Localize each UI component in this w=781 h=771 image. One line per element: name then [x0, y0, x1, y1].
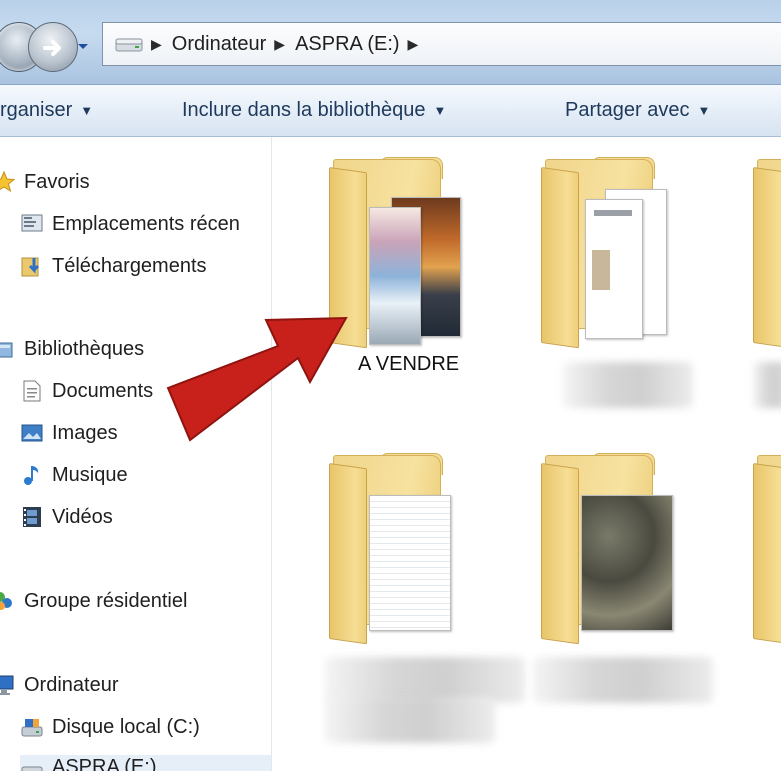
libraries-icon [0, 342, 13, 358]
nav-item-telechargements[interactable]: Téléchargements [20, 254, 207, 278]
red-pointer-arrow-icon [166, 316, 348, 442]
nav-item-images[interactable]: Images [20, 421, 118, 445]
folder-2[interactable] [541, 157, 695, 369]
nav-item-documents[interactable]: Documents [20, 379, 153, 403]
breadcrumb-separator-icon[interactable]: ▶ [151, 36, 162, 53]
breadcrumb-separator-icon[interactable]: ▶ [408, 36, 419, 53]
images-icon [21, 424, 43, 442]
computer-icon [0, 675, 14, 695]
nav-item-bibliotheques[interactable]: Bibliothèques [0, 337, 144, 361]
document-icon [23, 380, 41, 402]
folder-front [541, 167, 579, 349]
blurred-folder-label [533, 657, 713, 703]
breadcrumb-aspra[interactable]: ASPRA (E:) [295, 33, 399, 56]
nav-label: Ordinateur [24, 673, 119, 696]
chevron-down-icon: ▼ [433, 103, 447, 118]
music-note-icon [24, 466, 39, 485]
blurred-folder-label [325, 697, 495, 743]
command-toolbar: rganiser ▼ Inclure dans la bibliothèque … [0, 85, 781, 137]
share-with-menu[interactable]: Partager avec ▼ [565, 99, 710, 122]
nav-label: Images [52, 421, 118, 444]
nav-item-aspra[interactable]: ASPRA (E:) [20, 755, 271, 771]
share-with-label: Partager avec [565, 99, 690, 121]
star-icon [0, 170, 16, 193]
removable-drive-icon [21, 766, 43, 771]
nav-label: Musique [52, 463, 128, 486]
nav-item-emplacements[interactable]: Emplacements récen [20, 212, 240, 236]
nav-item-ordinateur[interactable]: Ordinateur [0, 673, 119, 697]
chevron-down-icon: ▼ [697, 103, 711, 118]
folder-3[interactable] [753, 159, 781, 369]
downloads-folder-icon [21, 257, 40, 277]
nav-label: Vidéos [52, 505, 113, 528]
recent-pages-dropdown-icon[interactable] [76, 39, 90, 53]
folder-content-pane: A VENDRE [273, 137, 781, 771]
document-thumbnail [585, 199, 643, 339]
nav-label: Groupe résidentiel [24, 589, 188, 612]
nav-label: Emplacements récen [52, 212, 240, 235]
address-box[interactable]: ▶ Ordinateur ▶ ASPRA (E:) ▶ [102, 22, 781, 66]
forward-button[interactable] [28, 22, 78, 72]
include-in-library-label: Inclure dans la bibliothèque [182, 99, 426, 121]
nav-item-videos[interactable]: Vidéos [20, 505, 113, 529]
blurred-folder-label [753, 362, 781, 408]
navigation-pane: Favoris Emplacements récen Téléchargemen… [0, 137, 272, 771]
nav-item-disque-local[interactable]: Disque local (C:) [20, 715, 200, 739]
address-bar-area: ▶ Ordinateur ▶ ASPRA (E:) ▶ [0, 0, 781, 85]
organiser-menu[interactable]: rganiser ▼ [0, 99, 93, 122]
nav-item-favoris[interactable]: Favoris [0, 170, 90, 194]
nav-label: Bibliothèques [24, 337, 145, 360]
folder-6[interactable] [753, 455, 781, 665]
film-strip-icon [23, 507, 41, 527]
breadcrumb-separator-icon[interactable]: ▶ [274, 36, 285, 53]
nav-label: Disque local (C:) [52, 715, 200, 738]
folder-front [541, 463, 579, 645]
folder-front [753, 463, 781, 645]
forward-arrow-icon [43, 40, 61, 56]
lined-document-thumbnail [369, 495, 451, 631]
homegroup-icon [0, 592, 12, 610]
local-disk-icon [21, 719, 43, 737]
navigation-buttons [0, 22, 104, 72]
folder-front [329, 463, 367, 645]
nav-label: ASPRA (E:) [52, 755, 157, 771]
blurred-folder-label [563, 362, 693, 408]
chevron-down-icon: ▼ [80, 103, 94, 118]
recent-places-icon [21, 214, 43, 232]
stone-photo-thumbnail [581, 495, 673, 631]
nav-item-groupe-residentiel[interactable]: Groupe résidentiel [0, 589, 187, 613]
folder-4[interactable] [329, 453, 483, 665]
nav-item-musique[interactable]: Musique [20, 463, 128, 487]
organiser-label: rganiser [0, 99, 73, 121]
breadcrumb-ordinateur[interactable]: Ordinateur [172, 33, 267, 56]
folder-5[interactable] [541, 453, 695, 665]
include-in-library-menu[interactable]: Inclure dans la bibliothèque ▼ [182, 99, 446, 122]
nav-label: Documents [52, 379, 154, 402]
drive-icon [115, 38, 143, 52]
nav-label: Favoris [24, 170, 90, 193]
folder-front [753, 167, 781, 349]
nav-label: Téléchargements [52, 254, 207, 277]
